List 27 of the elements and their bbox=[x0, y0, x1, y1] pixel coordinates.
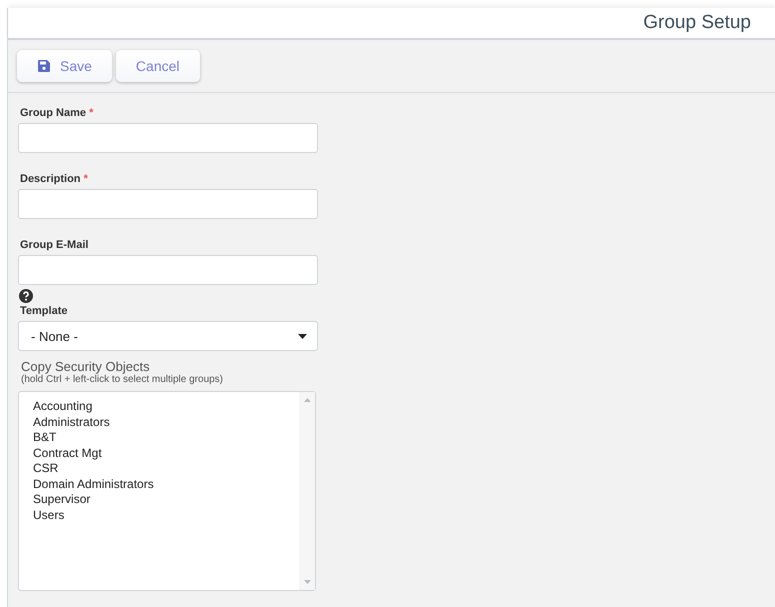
scroll-up-icon[interactable] bbox=[304, 398, 310, 402]
group-listbox[interactable]: Accounting Administrators B&T Contract Mgt CSR Domain Administrators Supervisor Users bbox=[18, 391, 316, 591]
input-field[interactable] bbox=[18, 255, 318, 285]
list-item[interactable]: Users bbox=[33, 508, 299, 523]
list-item[interactable]: CSR bbox=[33, 461, 299, 476]
scroll-down-icon[interactable] bbox=[304, 580, 310, 584]
page-title: Group Setup bbox=[643, 12, 751, 34]
input-field[interactable] bbox=[18, 123, 318, 153]
required-mark: * bbox=[84, 173, 88, 185]
list-item[interactable]: Administrators bbox=[33, 414, 299, 430]
list-item[interactable]: B&T bbox=[33, 430, 299, 446]
caret-icon bbox=[298, 334, 307, 338]
section-title: Copy Security Objects bbox=[21, 359, 151, 374]
required-mark: * bbox=[89, 107, 94, 119]
scrollbar[interactable] bbox=[299, 392, 315, 590]
list-item[interactable]: Accounting bbox=[33, 399, 299, 414]
list-item[interactable]: Contract Mgt bbox=[33, 446, 299, 461]
list-item[interactable]: Domain Administrators bbox=[33, 476, 299, 492]
field-label: Description bbox=[20, 173, 81, 185]
list-item[interactable]: Supervisor bbox=[33, 492, 299, 508]
field-label: Group Name bbox=[20, 107, 86, 119]
input-field[interactable] bbox=[18, 189, 318, 219]
help-icon[interactable] bbox=[19, 289, 33, 303]
field-label: Group E-Mail bbox=[20, 239, 88, 251]
template-dropdown[interactable]: - None - bbox=[18, 321, 318, 351]
field-label: Template bbox=[20, 305, 68, 317]
hint-text: (hold Ctrl + left-click to select multiple groups) bbox=[21, 374, 224, 385]
